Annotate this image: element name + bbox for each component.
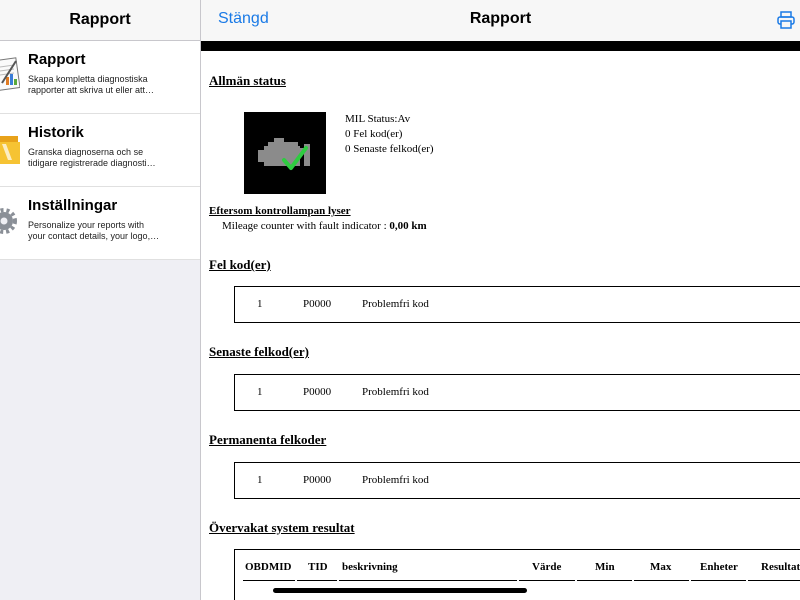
recent-codes-heading: Senaste felkod(er) — [209, 344, 310, 359]
header-divider-bar — [201, 41, 800, 51]
history-folder-icon — [0, 136, 20, 164]
code-description: Problemfri kod — [362, 386, 429, 398]
printer-icon[interactable] — [776, 10, 796, 30]
code-id: P0000 — [303, 474, 332, 486]
fault-codes-table: 1 P0000 Problemfri kod — [234, 286, 800, 323]
home-indicator[interactable] — [273, 588, 527, 593]
column-header-units: Enheter — [700, 561, 738, 573]
code-description: Problemfri kod — [362, 298, 429, 310]
code-id: P0000 — [303, 298, 332, 310]
menu-title-rapport: Rapport — [28, 51, 86, 68]
header-underline — [243, 580, 295, 581]
mileage-label: Mileage counter with fault indicator : — [222, 220, 390, 232]
permanent-codes-heading: Permanenta felkoder — [209, 432, 327, 447]
menu-desc-rapport-line1: Skapa kompletta diagnostiska — [28, 74, 148, 84]
code-number: 1 — [257, 474, 263, 486]
column-header-max: Max — [650, 561, 672, 573]
sidebar-menu: Rapport Skapa kompletta diagnostiska rap… — [0, 41, 200, 260]
report-document: Allmän status MIL Status:Av 0 Fel kod(er… — [201, 51, 800, 600]
column-header-obdmid: OBDMID — [245, 561, 292, 573]
menu-title-historik: Historik — [28, 124, 84, 141]
main-panel: Stängd Rapport Allmän status MIL Status:… — [201, 0, 800, 600]
header-underline — [634, 580, 689, 581]
mileage-line: Mileage counter with fault indicator : 0… — [222, 220, 427, 232]
sidebar-title: Rapport — [69, 11, 131, 28]
header-underline — [339, 580, 517, 581]
header-underline — [691, 580, 746, 581]
recent-fault-count: 0 Senaste felkod(er) — [345, 143, 434, 155]
mil-status: MIL Status:Av — [345, 113, 411, 125]
check-engine-ok-icon — [258, 138, 310, 170]
menu-desc-historik-line2: tidigare registrerade diagnosti… — [28, 158, 156, 168]
header-underline — [748, 580, 800, 581]
column-header-value: Värde — [532, 561, 562, 573]
recent-codes-table: 1 P0000 Problemfri kod — [234, 374, 800, 411]
menu-desc-rapport-line2: rapporter att skriva ut eller att… — [28, 85, 155, 95]
sidebar: Rapport Rapport Skapa kompletta diagnost… — [0, 0, 201, 600]
main-header: Stängd Rapport — [201, 0, 800, 41]
menu-desc-installningar-line1: Personalize your reports with — [28, 220, 145, 230]
header-underline — [297, 580, 337, 581]
sidebar-item-historik[interactable]: Historik Granska diagnoserna och se tidi… — [0, 114, 200, 187]
general-status-heading: Allmän status — [209, 73, 286, 88]
engine-status-image — [244, 112, 326, 194]
warning-lamp-title: Eftersom kontrollampan lyser — [209, 205, 351, 217]
column-header-min: Min — [595, 561, 615, 573]
code-id: P0000 — [303, 386, 332, 398]
code-number: 1 — [257, 386, 263, 398]
menu-title-installningar: Inställningar — [28, 197, 118, 214]
code-description: Problemfri kod — [362, 474, 429, 486]
menu-desc-installningar-line2: your contact details, your logo,… — [28, 231, 160, 241]
header-underline — [519, 580, 575, 581]
mileage-value: 0,00 km — [389, 220, 427, 232]
sidebar-header: Rapport — [0, 0, 200, 41]
page-title: Rapport — [469, 10, 532, 27]
monitor-results-heading: Övervakat system resultat — [209, 520, 355, 535]
fault-codes-heading: Fel kod(er) — [209, 257, 271, 272]
fault-code-count: 0 Fel kod(er) — [345, 128, 403, 140]
sidebar-item-rapport[interactable]: Rapport Skapa kompletta diagnostiska rap… — [0, 41, 200, 114]
menu-desc-historik-line1: Granska diagnoserna och se — [28, 147, 144, 157]
sidebar-item-installningar[interactable]: Inställningar Personalize your reports w… — [0, 187, 200, 260]
code-number: 1 — [257, 298, 263, 310]
column-header-result: Resultat — [761, 561, 800, 573]
report-document-icon — [0, 57, 20, 92]
column-header-description: beskrivning — [342, 561, 398, 573]
header-underline — [577, 580, 632, 581]
settings-gear-icon — [0, 208, 17, 234]
permanent-codes-table: 1 P0000 Problemfri kod — [234, 462, 800, 499]
column-header-tid: TID — [308, 561, 328, 573]
